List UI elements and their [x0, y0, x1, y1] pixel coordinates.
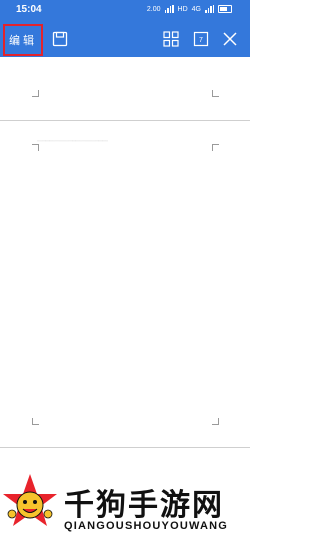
status-indicators: 2.00 HD 4G: [147, 5, 232, 13]
toolbar: 编辑 7: [0, 22, 250, 57]
page-separator: [0, 120, 250, 121]
page-separator: [0, 447, 250, 448]
crop-mark: [212, 418, 219, 425]
crop-mark: [32, 144, 39, 151]
watermark: 千狗手游网 QIANGOUSHOUYOUWANG: [0, 452, 250, 542]
page-icon[interactable]: 7: [193, 31, 209, 47]
signal-icon: [164, 5, 174, 13]
status-bar: 15:04 2.00 HD 4G: [0, 0, 250, 22]
watermark-title: 千狗手游网: [64, 488, 224, 523]
star-mascot-logo: [3, 474, 57, 526]
hd-label: HD: [177, 5, 188, 13]
signal-icon-2: [205, 5, 214, 13]
crop-mark: [32, 90, 39, 97]
network-type: 4G: [191, 5, 201, 13]
crop-mark: [32, 418, 39, 425]
status-time: 15:04: [16, 4, 42, 15]
save-icon[interactable]: [52, 31, 68, 47]
edit-button[interactable]: 编辑: [3, 24, 43, 56]
battery-icon: [218, 5, 232, 13]
crop-mark: [212, 144, 219, 151]
document-text-line: ''''''''''''''''''''''''''''''''''''''''…: [37, 139, 109, 144]
watermark-subtitle: QIANGOUSHOUYOUWANG: [64, 520, 228, 532]
network-speed: 2.00: [146, 5, 161, 13]
close-icon[interactable]: [222, 31, 238, 47]
crop-mark: [212, 90, 219, 97]
grid-icon[interactable]: [163, 31, 179, 47]
page-number: 7: [199, 37, 203, 44]
